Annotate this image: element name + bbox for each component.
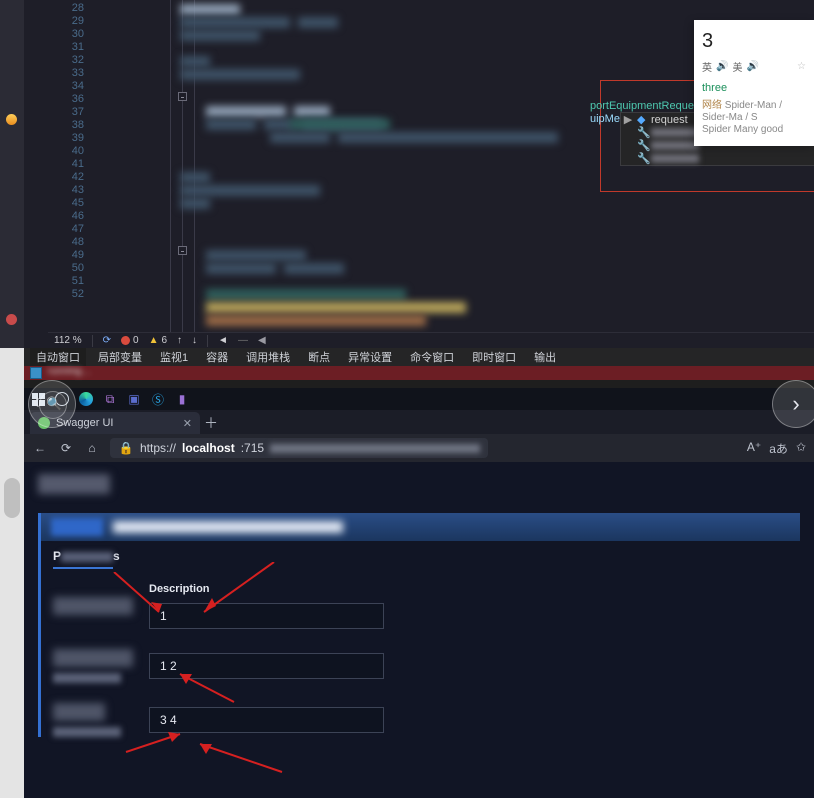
swagger-service-title	[38, 474, 110, 494]
dict-definition: Spider Many good	[702, 124, 783, 135]
carousel-prev-button[interactable]: 🔍 ‹	[28, 380, 76, 428]
swagger-page[interactable]: Ps Description	[24, 462, 814, 798]
data-tip-field-name	[651, 141, 699, 150]
build-stop-icon[interactable]: —	[238, 335, 248, 346]
edge-browser-window: Swagger UI ✕ ＋ ← ⟳ ⌂ 🔒 https:// localhost…	[24, 410, 814, 798]
vs-toolwindow-tabs[interactable]: 自动窗口 局部变量 监视1 容器 调用堆栈 断点 异常设置 命令窗口 即时窗口 …	[24, 348, 814, 366]
translate-icon[interactable]: aあ	[769, 440, 788, 457]
parameters-underline	[53, 567, 113, 569]
vs-editor-status-bar: 112 % ⟳ 0 ▲6 ◄ — ◀	[48, 332, 814, 348]
breakpoint-marker[interactable]	[6, 314, 17, 325]
zoom-level[interactable]: 112 %	[54, 335, 82, 346]
wrench-icon[interactable]: 🔧	[637, 126, 647, 139]
description-header: Description	[149, 583, 788, 595]
toolwindow-tab[interactable]: 输出	[528, 348, 562, 366]
swagger-operation-header[interactable]	[41, 513, 800, 541]
variable-icon: ◆	[637, 113, 647, 126]
star-icon[interactable]: ☆	[797, 61, 806, 72]
dict-uk-label: 英	[702, 59, 712, 74]
wrench-icon[interactable]: 🔧	[637, 139, 647, 152]
nav-refresh-icon[interactable]: ⟳	[58, 441, 74, 455]
toolwindow-tab[interactable]: 局部变量	[92, 348, 148, 366]
expand-icon[interactable]: ▶	[623, 113, 633, 126]
toolwindow-tab[interactable]: 调用堆栈	[240, 348, 296, 366]
read-aloud-icon[interactable]: A⁺	[747, 440, 761, 457]
taskbar-visual-studio-icon[interactable]: ⧉	[102, 391, 118, 407]
address-bar[interactable]: 🔒 https:// localhost :715	[110, 438, 488, 458]
browser-tab-strip[interactable]: Swagger UI ✕ ＋	[24, 410, 814, 434]
param-input[interactable]	[149, 603, 384, 629]
swagger-operation[interactable]: Ps Description	[38, 513, 800, 737]
vs-breakpoint-margin[interactable]	[0, 0, 24, 348]
param-name	[53, 703, 105, 721]
annotation-arrow	[192, 740, 292, 785]
toolwindow-tab[interactable]: 断点	[302, 348, 336, 366]
dict-headword: 3	[702, 30, 806, 53]
param-type	[53, 727, 121, 737]
close-tab-icon[interactable]: ✕	[183, 417, 192, 430]
breakpoint-marker[interactable]	[6, 114, 17, 125]
data-tip-row[interactable]: 🔧 🔍查看▾ "3 4"	[621, 152, 814, 165]
toolwindow-tab[interactable]: 即时窗口	[466, 348, 522, 366]
nav-prev-icon[interactable]	[177, 335, 182, 346]
url-scheme: https://	[140, 441, 176, 455]
caret-left-icon[interactable]: ◀	[258, 335, 266, 346]
url-port: :715	[241, 441, 264, 455]
carousel-next-button[interactable]: ›	[772, 380, 814, 428]
taskbar-edge-icon[interactable]	[78, 391, 94, 407]
toolwindow-tab[interactable]: 命令窗口	[404, 348, 460, 366]
vs-debug-status-bar: running…	[24, 366, 814, 380]
param-name	[53, 597, 133, 615]
favorite-icon[interactable]: ✩	[796, 440, 806, 457]
toolwindow-tab[interactable]: 自动窗口	[30, 348, 86, 366]
dict-word: three	[702, 82, 806, 94]
dict-us-label: 美	[732, 59, 742, 74]
toolwindow-tab[interactable]: 监视1	[154, 348, 194, 366]
nav-next-icon[interactable]	[192, 335, 197, 346]
param-input[interactable]	[149, 653, 384, 679]
parameters-label: Ps	[53, 549, 788, 563]
error-count[interactable]: 0	[121, 335, 139, 346]
speaker-icon[interactable]: 🔊	[716, 61, 728, 72]
fold-toggle-icon[interactable]	[178, 246, 187, 255]
param-input[interactable]	[149, 707, 384, 733]
data-tip-field-name	[651, 128, 699, 137]
windows-taskbar[interactable]: ⧉ ▣ Ⓢ ▮	[24, 388, 814, 410]
browser-toolbar: ← ⟳ ⌂ 🔒 https:// localhost :715 A⁺ aあ ✩	[24, 434, 814, 462]
lock-icon[interactable]: 🔒	[118, 441, 134, 455]
data-tip-variable-name: request	[651, 114, 692, 126]
url-host: localhost	[182, 441, 235, 455]
line-number-gutter: 28 29 30 31 32 33 34 36 37 38 39 40 41 4…	[48, 0, 90, 332]
warning-count[interactable]: ▲6	[149, 335, 167, 346]
param-name	[53, 649, 133, 667]
wrench-icon[interactable]: 🔧	[637, 152, 647, 165]
dict-source-label: 网络	[702, 100, 722, 111]
taskbar-vscode-icon[interactable]: ▮	[174, 391, 190, 407]
toolwindow-tab[interactable]: 容器	[200, 348, 234, 366]
diagnostics-icon[interactable]: ⟳	[103, 335, 111, 346]
dictionary-popup[interactable]: 3 英 🔊 美 🔊 ☆ three 网络 Spider-Man / Sider-…	[694, 20, 814, 146]
speaker-icon[interactable]: 🔊	[746, 61, 758, 72]
debug-status-icon	[30, 367, 42, 379]
taskbar-skype-icon[interactable]: Ⓢ	[150, 391, 166, 407]
url-remainder	[270, 444, 480, 453]
new-tab-button[interactable]: ＋	[200, 412, 222, 434]
toolwindow-tab[interactable]: 异常设置	[342, 348, 398, 366]
param-type	[53, 673, 121, 683]
route-path	[113, 521, 343, 533]
page-left-lozenge	[4, 478, 20, 518]
fold-toggle-icon[interactable]	[178, 92, 187, 101]
nav-home-icon[interactable]: ⌂	[84, 441, 100, 455]
data-tip-field-name	[651, 154, 699, 163]
taskbar-teams-icon[interactable]: ▣	[126, 391, 142, 407]
build-back-icon[interactable]: ◄	[218, 335, 228, 346]
http-method-badge	[51, 518, 103, 536]
magnifier-icon: 🔍	[46, 396, 62, 412]
nav-back-icon[interactable]: ←	[32, 441, 48, 455]
